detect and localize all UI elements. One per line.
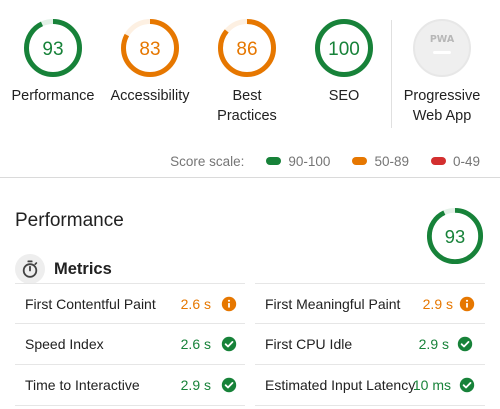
score-scale-pass: 90-100 (266, 154, 330, 169)
pwa-badge-icon: PWA (413, 19, 471, 77)
gauge-score: 100 (328, 39, 360, 60)
metric-name: First Meaningful Paint (265, 296, 401, 312)
gauge-label: Performance (11, 88, 95, 104)
metrics-header: Metrics (15, 254, 112, 284)
metric-value: 10 ms (412, 377, 451, 393)
metric-row: Speed Index 2.6 s (15, 324, 245, 365)
gauge-score: 93 (42, 39, 63, 60)
section-divider (0, 177, 500, 178)
gauge-accessibility[interactable]: 83 Accessibility (100, 18, 200, 106)
score-scale-range: 50-89 (374, 153, 409, 169)
check-icon (221, 377, 237, 393)
metric-row: First Contentful Paint 2.6 s (15, 283, 245, 324)
metric-name: Speed Index (25, 336, 104, 352)
metric-row: Estimated Input Latency 10 ms (255, 365, 485, 406)
score-ring-icon: 83 (121, 19, 179, 77)
gauge-performance[interactable]: 93 Performance (3, 18, 103, 106)
section-score: 93 (445, 226, 465, 247)
metric-name: First CPU Idle (265, 336, 353, 352)
metric-value: 2.6 s (180, 336, 211, 352)
gauge-label: SEO (328, 88, 360, 104)
metric-row: First CPU Idle 2.9 s (255, 324, 485, 365)
category-gauges: 93 Performance 83 Accessibility 86 Best … (0, 0, 500, 140)
score-scale-range: 0-49 (452, 153, 480, 169)
gauge-pwa[interactable]: PWA Progressive Web App (392, 18, 492, 126)
section-score-gauge[interactable]: 93 (426, 207, 484, 265)
gauge-label: Progressive Web App (403, 88, 481, 124)
metric-value: 2.9 s (418, 336, 449, 352)
gauge-score: 83 (139, 39, 160, 60)
gauge-label: Accessibility (110, 88, 190, 104)
metrics-title: Metrics (54, 259, 112, 278)
average-swatch-icon (352, 157, 368, 165)
metric-value: 2.9 s (180, 377, 211, 393)
metric-value: 2.6 s (180, 296, 211, 312)
metric-value: 2.9 s (422, 296, 453, 312)
gauge-score: 86 (236, 39, 257, 60)
info-icon (221, 296, 237, 312)
pwa-badge-text: PWA (430, 34, 455, 45)
gauge-seo[interactable]: 100 SEO (294, 18, 394, 106)
metrics-column-right: First Meaningful Paint 2.9 s First CPU I… (255, 283, 485, 406)
score-scale-range: 90-100 (288, 153, 331, 169)
score-scale: Score scale: 90-100 50-89 0-49 (170, 152, 480, 170)
check-icon (457, 336, 473, 352)
metric-name: First Contentful Paint (25, 296, 156, 312)
metric-row: First Meaningful Paint 2.9 s (255, 283, 485, 324)
metrics-column-left: First Contentful Paint 2.6 s Speed Index… (15, 283, 245, 406)
score-scale-average: 50-89 (352, 154, 409, 169)
gauge-best-practices[interactable]: 86 Best Practices (197, 18, 297, 126)
gauge-label: Best Practices (217, 88, 277, 124)
score-scale-fail: 0-49 (430, 153, 480, 169)
score-ring-icon: 93 (24, 19, 82, 77)
stopwatch-icon (15, 254, 45, 284)
pass-swatch-icon (266, 157, 282, 165)
score-scale-label: Score scale: (170, 153, 245, 169)
metric-row: Time to Interactive 2.9 s (15, 365, 245, 406)
fail-swatch-icon (430, 157, 446, 165)
score-ring-icon: 100 (315, 19, 373, 77)
check-icon (459, 377, 475, 393)
metric-name: Estimated Input Latency (265, 377, 416, 393)
metric-name: Time to Interactive (25, 377, 140, 393)
score-ring-icon: 86 (218, 19, 276, 77)
section-title: Performance (15, 210, 124, 231)
info-icon (459, 296, 475, 312)
check-icon (221, 336, 237, 352)
